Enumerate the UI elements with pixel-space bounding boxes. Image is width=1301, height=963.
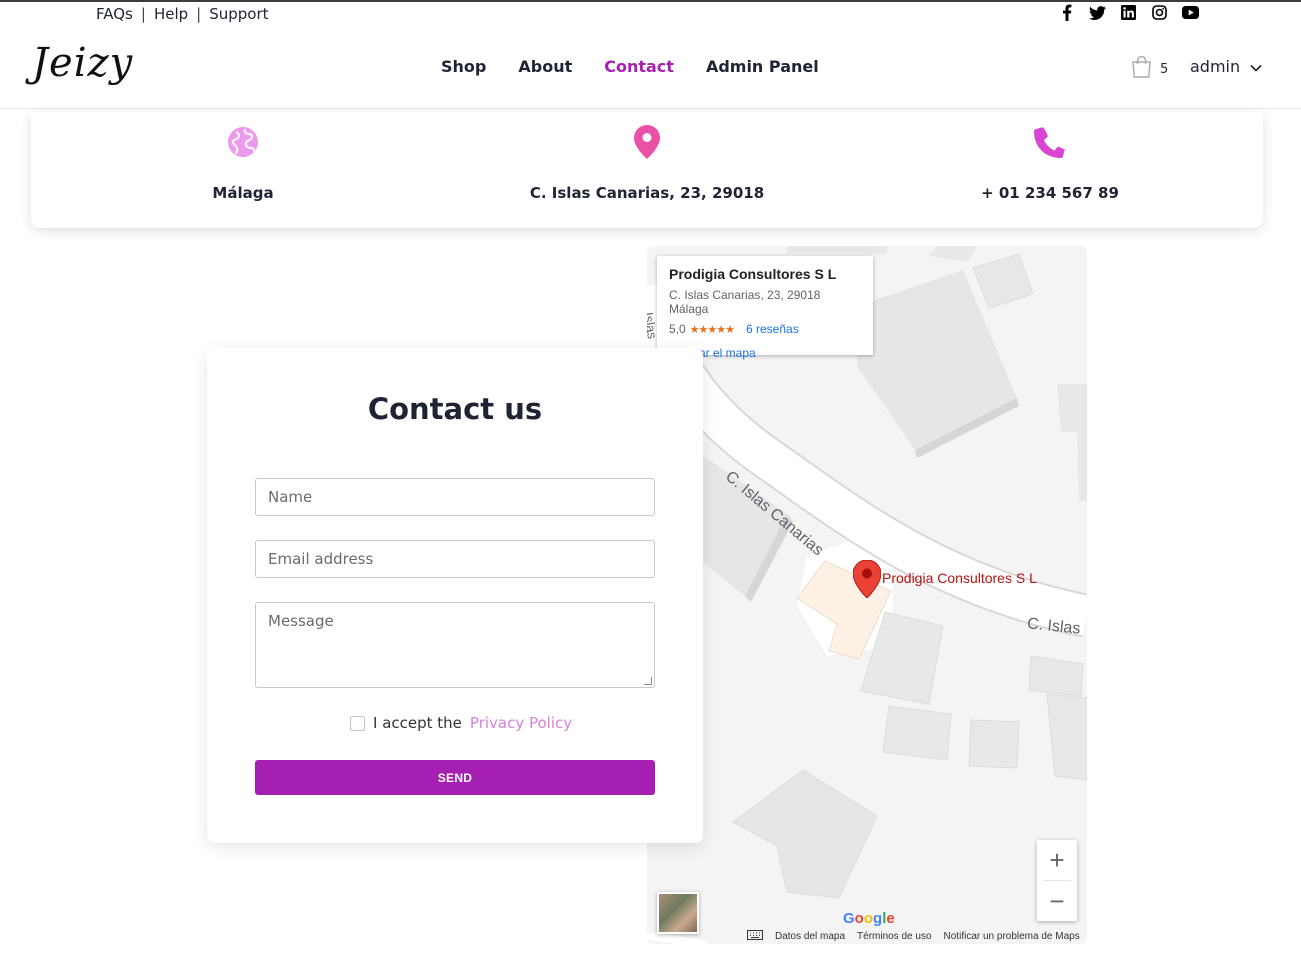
help-link[interactable]: Help — [154, 5, 188, 23]
separator: | — [140, 5, 146, 23]
map-pin-icon — [447, 122, 847, 162]
place-info-card: Prodigia Consultores S L C. Islas Canari… — [657, 256, 873, 360]
privacy-consent: I accept the Privacy Policy — [350, 714, 572, 732]
faqs-link[interactable]: FAQs — [96, 5, 133, 23]
globe-icon — [43, 122, 443, 162]
separator: | — [196, 5, 202, 23]
message-textarea[interactable]: Message — [255, 602, 655, 688]
contact-info-card: Málaga C. Islas Canarias, 23, 29018 + 01… — [31, 112, 1263, 228]
terms-link[interactable]: Términos de uso — [857, 931, 931, 942]
user-menu[interactable]: admin — [1190, 57, 1262, 76]
place-marker-label[interactable]: Prodigia Consultores S L — [882, 570, 1037, 586]
main-header: Jeizy Shop About Contact Admin Panel 5 a… — [0, 30, 1301, 109]
send-button[interactable]: SEND — [255, 760, 655, 795]
google-logo: Google — [843, 910, 895, 927]
social-links — [1058, 4, 1199, 21]
info-address: C. Islas Canarias, 23, 29018 — [447, 122, 847, 202]
name-input[interactable]: Name — [255, 478, 655, 516]
map-footer: Datos del mapa Términos de uso Notificar… — [747, 930, 1080, 943]
instagram-icon[interactable] — [1151, 4, 1168, 21]
zoom-controls: + − — [1037, 840, 1077, 921]
privacy-checkbox[interactable] — [350, 715, 365, 731]
place-rating: 5,0 ★★★★★ 6 reseñas — [669, 322, 861, 336]
username: admin — [1190, 57, 1241, 76]
satellite-toggle[interactable] — [657, 892, 699, 934]
place-address: C. Islas Canarias, 23, 29018 Málaga — [669, 288, 821, 316]
form-title: Contact us — [367, 392, 543, 426]
main-nav: Shop About Contact Admin Panel — [441, 57, 819, 76]
info-city: Málaga — [212, 184, 274, 202]
rating-value: 5,0 — [669, 322, 686, 336]
report-problem-link[interactable]: Notificar un problema de Maps — [944, 931, 1080, 942]
support-link[interactable]: Support — [209, 5, 268, 23]
privacy-policy-link[interactable]: Privacy Policy — [470, 714, 572, 732]
nav-admin-panel[interactable]: Admin Panel — [706, 57, 819, 76]
logo[interactable]: Jeizy — [32, 40, 133, 86]
message-placeholder: Message — [268, 612, 334, 630]
chevron-down-icon — [1250, 57, 1262, 76]
info-phone-text: + 01 234 567 89 — [981, 184, 1119, 202]
top-border — [0, 0, 1301, 2]
email-input[interactable]: Email address — [255, 540, 655, 578]
nav-about[interactable]: About — [518, 57, 572, 76]
google-map[interactable]: C. Islas Canarias C. Islas Islas Prodigi… — [647, 246, 1087, 944]
zoom-in-button[interactable]: + — [1037, 840, 1077, 880]
name-placeholder: Name — [268, 488, 313, 506]
zoom-out-button[interactable]: − — [1037, 881, 1077, 921]
utility-bar: FAQs | Help | Support — [96, 3, 269, 25]
info-address-text: C. Islas Canarias, 23, 29018 — [529, 184, 765, 202]
cart-button[interactable]: 5 — [1131, 55, 1169, 82]
map-marker-icon[interactable] — [852, 559, 882, 602]
reviews-link[interactable]: 6 reseñas — [746, 322, 799, 336]
twitter-icon[interactable] — [1089, 4, 1106, 21]
nav-contact[interactable]: Contact — [604, 57, 674, 76]
info-location: Málaga — [43, 122, 443, 202]
contact-form: Contact us Name Email address Message I … — [207, 348, 703, 843]
map-data-link[interactable]: Datos del mapa — [775, 931, 845, 942]
cart-count: 5 — [1160, 61, 1169, 77]
star-icon: ★★★★★ — [689, 323, 735, 336]
nav-shop[interactable]: Shop — [441, 57, 486, 76]
facebook-icon[interactable] — [1058, 4, 1075, 21]
keyboard-icon[interactable] — [747, 930, 763, 943]
phone-icon — [850, 122, 1250, 162]
email-placeholder: Email address — [268, 550, 374, 568]
place-name: Prodigia Consultores S L — [669, 266, 837, 282]
youtube-icon[interactable] — [1182, 4, 1199, 21]
resize-handle-icon[interactable] — [644, 677, 652, 685]
linkedin-icon[interactable] — [1120, 4, 1137, 21]
shopping-bag-icon — [1131, 55, 1152, 82]
privacy-text: I accept the — [373, 714, 462, 732]
info-phone: + 01 234 567 89 — [850, 122, 1250, 202]
